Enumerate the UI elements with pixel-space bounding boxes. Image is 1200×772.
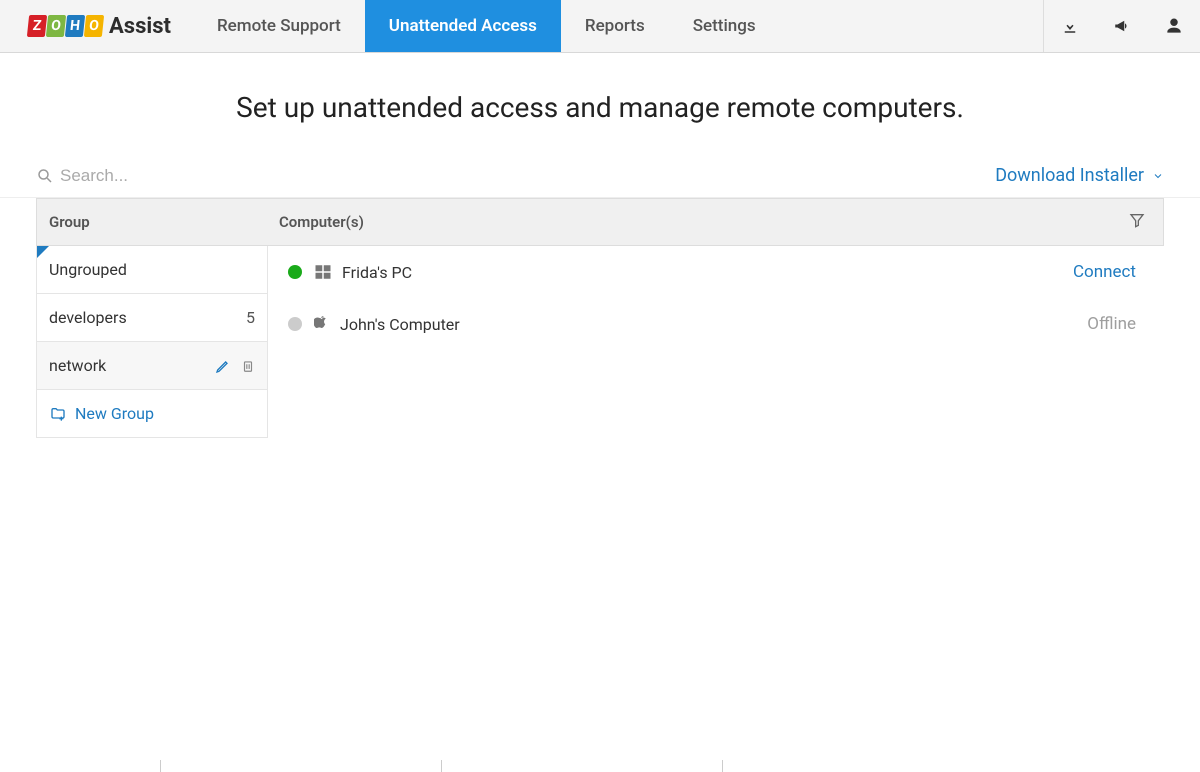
- header-actions: [1043, 0, 1200, 52]
- delete-icon[interactable]: [241, 358, 255, 374]
- nav-unattended-access[interactable]: Unattended Access: [365, 0, 561, 52]
- computer-row[interactable]: Frida's PC Connect: [278, 246, 1164, 298]
- announcement-icon[interactable]: [1096, 0, 1148, 52]
- user-icon[interactable]: [1148, 0, 1200, 52]
- search-input[interactable]: [60, 166, 320, 186]
- group-name: network: [49, 356, 106, 375]
- filter-icon[interactable]: [1129, 212, 1163, 232]
- computer-name: John's Computer: [340, 315, 460, 334]
- page-title: Set up unattended access and manage remo…: [0, 53, 1200, 154]
- group-name: developers: [49, 308, 127, 327]
- group-name: New Group: [75, 404, 154, 423]
- folder-plus-icon: [49, 406, 67, 422]
- offline-label: Offline: [1087, 314, 1154, 334]
- computer-name: Frida's PC: [342, 263, 412, 282]
- nav-reports[interactable]: Reports: [561, 0, 669, 52]
- app-header: Z O H O Assist Remote Support Unattended…: [0, 0, 1200, 53]
- nav-settings[interactable]: Settings: [669, 0, 780, 52]
- brand-text: Assist: [109, 14, 171, 39]
- toolbar: Download Installer: [0, 154, 1200, 198]
- connect-button[interactable]: Connect: [1073, 262, 1154, 282]
- main-nav: Remote Support Unattended Access Reports…: [193, 0, 780, 52]
- download-icon[interactable]: [1044, 0, 1096, 52]
- group-sidebar: Ungrouped developers 5 network New Group: [36, 246, 268, 438]
- group-item-network[interactable]: network: [36, 342, 268, 390]
- edit-icon[interactable]: [215, 358, 231, 374]
- column-header-computers: Computer(s): [269, 213, 1129, 231]
- brand-logo: Z O H O Assist: [0, 0, 193, 52]
- status-indicator-offline: [288, 317, 302, 331]
- group-item-developers[interactable]: developers 5: [36, 294, 268, 342]
- windows-icon: [314, 263, 332, 281]
- group-count: 5: [246, 308, 255, 327]
- nav-remote-support[interactable]: Remote Support: [193, 0, 365, 52]
- download-installer-link[interactable]: Download Installer: [995, 165, 1164, 186]
- chevron-down-icon: [1152, 170, 1164, 182]
- group-item-ungrouped[interactable]: Ungrouped: [36, 246, 268, 294]
- zoho-logo-icon: Z O H O: [28, 15, 103, 37]
- status-indicator-online: [288, 265, 302, 279]
- footer-dividers: [0, 760, 1200, 772]
- column-header-group: Group: [37, 213, 269, 231]
- search-icon: [36, 167, 54, 185]
- computer-row[interactable]: John's Computer Offline: [278, 298, 1164, 350]
- group-name: Ungrouped: [49, 260, 127, 279]
- computer-list: Frida's PC Connect John's Computer Offli…: [278, 246, 1164, 438]
- column-headers: Group Computer(s): [36, 198, 1164, 246]
- download-installer-label: Download Installer: [995, 165, 1144, 186]
- content-area: Ungrouped developers 5 network New Group…: [0, 246, 1200, 438]
- group-actions: [215, 358, 255, 374]
- search-box[interactable]: [36, 166, 320, 186]
- new-group-button[interactable]: New Group: [36, 390, 268, 438]
- apple-icon: [314, 315, 330, 333]
